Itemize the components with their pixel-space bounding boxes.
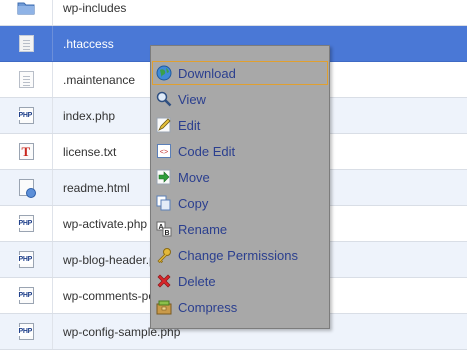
menu-label: Move [178, 169, 210, 185]
file-context-menu: Download View Edit <> Code Edit Move Cop… [150, 45, 330, 329]
menu-item-delete[interactable]: Delete [152, 269, 328, 293]
icon-cell: PHP [0, 98, 53, 133]
icon-cell [0, 26, 53, 61]
menu-item-download[interactable]: Download [152, 61, 328, 85]
archive-icon [155, 298, 173, 316]
menu-label: Download [178, 65, 236, 81]
file-row-wp-includes[interactable]: wp-includes [0, 0, 467, 26]
folder-icon [17, 2, 35, 14]
red-x-icon [155, 272, 173, 290]
php-file-icon: PHP [17, 287, 34, 304]
icon-cell: PHP [0, 314, 53, 349]
menu-label: Compress [178, 299, 238, 315]
icon-cell [0, 62, 53, 97]
icon-cell: T [0, 134, 53, 169]
php-file-icon: PHP [17, 215, 34, 232]
php-file-icon: PHP [17, 107, 34, 124]
menu-item-edit[interactable]: Edit [152, 113, 328, 137]
document-icon [18, 35, 34, 52]
icon-cell [0, 170, 53, 205]
menu-item-move[interactable]: Move [152, 165, 328, 189]
menu-label: Edit [178, 117, 201, 133]
file-name: .maintenance [63, 72, 136, 87]
html-file-icon [18, 179, 36, 198]
icon-cell [0, 0, 53, 25]
copy-icon [155, 194, 173, 212]
globe-download-icon [155, 64, 173, 82]
file-name: index.php [63, 108, 116, 123]
menu-label: Delete [178, 273, 216, 289]
file-name: readme.html [63, 180, 130, 195]
menu-label: Change Permissions [178, 247, 298, 263]
code-icon: <> [155, 142, 173, 160]
menu-item-compress[interactable]: Compress [152, 295, 328, 319]
file-name: wp-activate.php [63, 216, 148, 231]
arrow-right-icon [155, 168, 173, 186]
menu-item-rename[interactable]: AB Rename [152, 217, 328, 241]
icon-cell: PHP [0, 278, 53, 313]
menu-label: View [178, 91, 206, 107]
file-name: .htaccess [63, 36, 114, 51]
php-file-icon: PHP [17, 251, 34, 268]
text-file-icon: T [18, 143, 34, 160]
menu-label: Code Edit [178, 143, 236, 159]
menu-item-change-permissions[interactable]: Change Permissions [152, 243, 328, 267]
key-icon [155, 246, 173, 264]
menu-item-code-edit[interactable]: <> Code Edit [152, 139, 328, 163]
magnifier-icon [155, 90, 173, 108]
document-icon [18, 71, 34, 88]
menu-label: Rename [178, 221, 228, 237]
svg-text:B: B [164, 230, 169, 237]
menu-label: Copy [178, 195, 209, 211]
file-name: license.txt [63, 144, 117, 159]
menu-item-view[interactable]: View [152, 87, 328, 111]
svg-text:<>: <> [160, 149, 168, 157]
icon-cell: PHP [0, 206, 53, 241]
menu-item-copy[interactable]: Copy [152, 191, 328, 215]
pencil-icon [155, 116, 173, 134]
rename-icon: AB [155, 220, 173, 238]
icon-cell: PHP [0, 242, 53, 277]
php-file-icon: PHP [17, 323, 34, 340]
file-name: wp-includes [63, 0, 127, 15]
